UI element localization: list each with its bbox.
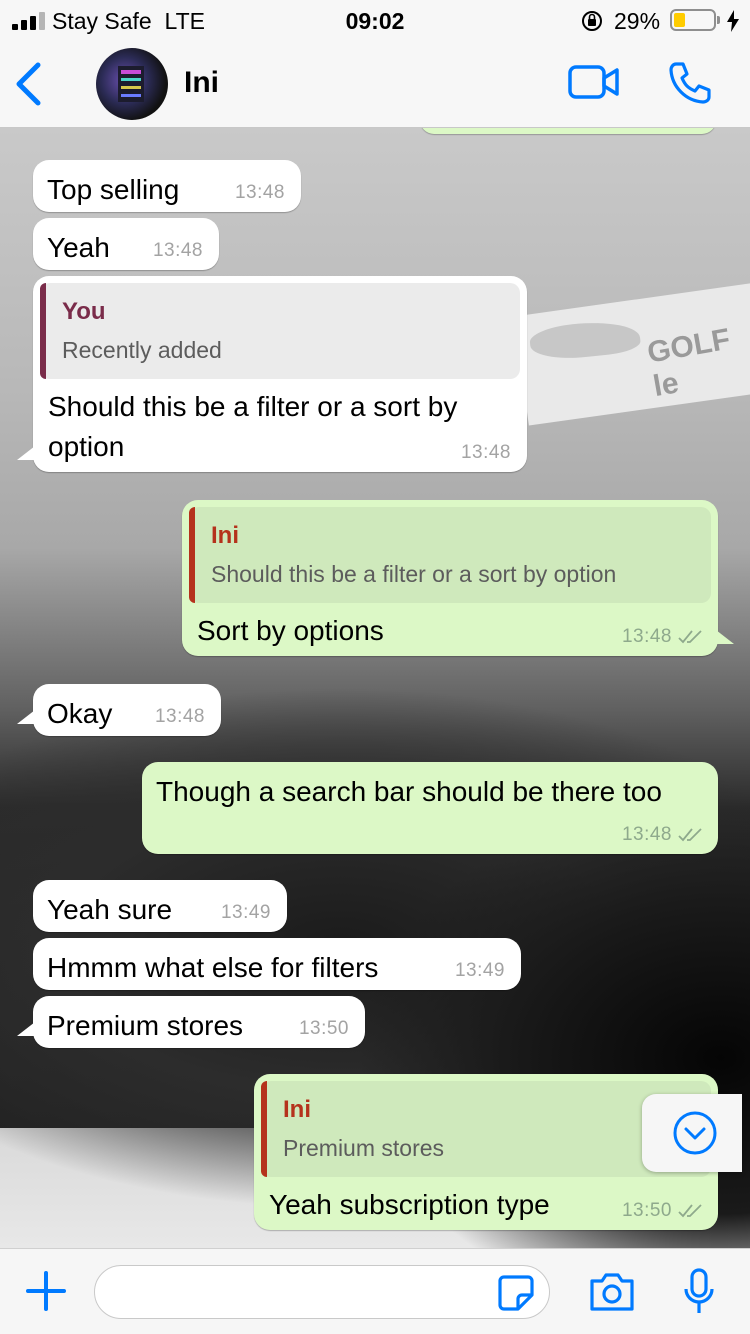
bubble-tail bbox=[17, 710, 35, 724]
chat-header: Ini bbox=[0, 40, 750, 128]
camera-icon[interactable] bbox=[588, 1271, 636, 1313]
reply-quote-bar bbox=[189, 507, 195, 603]
message-time: 13:48 bbox=[460, 442, 511, 463]
message-bubble-outgoing-reply[interactable]: Ini Should this be a filter or a sort by… bbox=[182, 500, 718, 656]
message-bubble-outgoing[interactable]: Though a search bar should be there too … bbox=[142, 762, 718, 854]
reply-quote-author: Ini bbox=[211, 522, 239, 549]
message-time: 13:50 bbox=[298, 1018, 349, 1039]
message-bubble-incoming[interactable]: Okay 13:48 bbox=[33, 684, 221, 736]
message-bubble-incoming[interactable]: Yeah 13:48 bbox=[33, 218, 219, 270]
status-bar: Stay Safe LTE 09:02 29% bbox=[0, 0, 750, 40]
charging-bolt-icon bbox=[727, 10, 739, 32]
read-ticks-icon bbox=[678, 1204, 702, 1218]
contact-avatar[interactable] bbox=[96, 48, 168, 120]
battery-nub bbox=[717, 16, 720, 24]
reply-quote-text: Should this be a filter or a sort by opt… bbox=[211, 561, 617, 587]
attach-plus-icon[interactable] bbox=[24, 1269, 68, 1313]
message-time: 13:49 bbox=[454, 960, 505, 981]
reply-quote-text: Premium stores bbox=[283, 1135, 445, 1161]
message-bubble-incoming[interactable]: Top selling 13:48 bbox=[33, 160, 301, 212]
composer-bar bbox=[0, 1248, 750, 1334]
reply-quote[interactable]: You Recently added bbox=[40, 283, 520, 379]
message-list[interactable]: GOLF le Top selling 13:48 Yeah 13:48 You… bbox=[0, 128, 750, 1248]
message-bubble-incoming-reply[interactable]: You Recently added Should this be a filt… bbox=[33, 276, 527, 472]
message-bubble-partial[interactable] bbox=[420, 128, 716, 134]
message-bubble-incoming[interactable]: Hmmm what else for filters 13:49 bbox=[33, 938, 521, 990]
battery-icon bbox=[670, 9, 716, 31]
avatar-image bbox=[118, 66, 144, 102]
message-text: Should this be a filter or a sort by opt… bbox=[48, 391, 458, 462]
message-text: Hmmm what else for filters bbox=[47, 952, 379, 983]
reply-quote-bar bbox=[40, 283, 46, 379]
message-time: 13:48 bbox=[154, 706, 205, 727]
reply-quote-text: Recently added bbox=[62, 337, 222, 363]
message-time: 13:48 bbox=[621, 626, 672, 647]
read-ticks-icon bbox=[678, 828, 702, 842]
battery-percent: 29% bbox=[614, 8, 661, 34]
video-call-icon[interactable] bbox=[568, 64, 620, 100]
read-ticks-icon bbox=[678, 630, 702, 644]
microphone-icon[interactable] bbox=[682, 1267, 716, 1317]
contact-name[interactable]: Ini bbox=[184, 66, 219, 100]
message-bubble-incoming[interactable]: Yeah sure 13:49 bbox=[33, 880, 287, 932]
message-text: Top selling bbox=[47, 174, 180, 205]
rotation-lock-icon bbox=[582, 11, 602, 31]
reply-quote-author: Ini bbox=[283, 1096, 311, 1123]
scroll-to-bottom-button[interactable] bbox=[642, 1094, 742, 1172]
message-text: Yeah bbox=[47, 232, 110, 263]
sticker-icon[interactable] bbox=[496, 1273, 536, 1313]
message-time: 13:50 bbox=[621, 1200, 672, 1221]
chevron-left-icon[interactable] bbox=[14, 62, 44, 106]
phone-call-icon[interactable] bbox=[666, 60, 712, 106]
reply-quote-author: You bbox=[62, 298, 106, 325]
message-time: 13:48 bbox=[152, 240, 203, 261]
chevron-down-circle-icon bbox=[673, 1111, 717, 1155]
reply-quote[interactable]: Ini Should this be a filter or a sort by… bbox=[189, 507, 711, 603]
reply-quote-bar bbox=[261, 1081, 267, 1177]
message-text: Premium stores bbox=[47, 1010, 244, 1041]
message-text: Though a search bar should be there too bbox=[156, 776, 662, 807]
message-time: 13:48 bbox=[621, 824, 672, 845]
message-time: 13:48 bbox=[234, 182, 285, 203]
message-bubble-incoming[interactable]: Premium stores 13:50 bbox=[33, 996, 365, 1048]
message-text: Okay bbox=[47, 698, 113, 729]
bubble-tail bbox=[17, 446, 35, 460]
bubble-tail bbox=[17, 1022, 35, 1036]
message-text: Yeah sure bbox=[47, 894, 173, 925]
bubble-tail bbox=[716, 630, 734, 644]
message-time: 13:49 bbox=[220, 902, 271, 923]
message-input[interactable] bbox=[94, 1265, 550, 1319]
